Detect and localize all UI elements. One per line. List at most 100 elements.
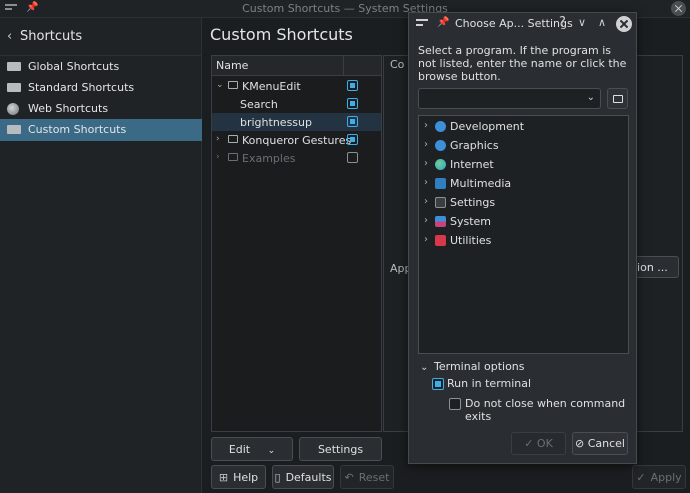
sidebar-item-label: Custom Shortcuts — [28, 123, 127, 136]
do-not-close-checkbox[interactable] — [449, 398, 461, 410]
chevron-down-icon: ⌄ — [267, 446, 276, 456]
chevron-right-icon[interactable]: › — [424, 177, 428, 188]
folder-open-icon — [613, 95, 623, 103]
check-icon: ✓ — [636, 471, 646, 484]
chevron-right-icon[interactable]: › — [216, 152, 220, 162]
sidebar-item-custom-shortcuts[interactable]: Custom Shortcuts — [0, 119, 202, 141]
keyboard-icon — [7, 83, 21, 92]
reset-label: Reset — [358, 471, 390, 484]
cancel-label: Cancel — [587, 437, 625, 450]
development-icon — [435, 121, 446, 132]
multimedia-icon — [435, 178, 446, 189]
run-in-terminal-label[interactable]: Run in terminal — [447, 377, 531, 390]
page-title: Custom Shortcuts — [210, 25, 353, 44]
reset-button[interactable]: ↶ Reset — [340, 465, 394, 489]
sidebar-item-web-shortcuts[interactable]: Web Shortcuts — [0, 98, 202, 120]
graphics-icon — [435, 140, 446, 151]
window-close-icon[interactable] — [671, 1, 686, 16]
browse-button[interactable] — [607, 88, 628, 109]
internet-icon — [435, 159, 446, 170]
edit-button[interactable]: Edit ⌄ — [211, 437, 293, 461]
tree-row-label: brightnessup — [240, 116, 312, 129]
dialog-title: Choose Ap... Settings — [455, 17, 573, 30]
category-internet[interactable]: › Internet — [419, 155, 628, 174]
maximize-icon[interactable]: ∧ — [598, 16, 606, 29]
check-icon: ✓ — [524, 437, 534, 450]
chevron-right-icon[interactable]: › — [216, 134, 220, 144]
tree-row-kmenuedit[interactable]: ⌄ KMenuEdit — [212, 77, 381, 95]
chevron-right-icon[interactable]: › — [424, 196, 428, 207]
tab-comment[interactable]: Co — [390, 58, 404, 71]
category-settings[interactable]: › Settings — [419, 193, 628, 212]
do-not-close-label[interactable]: Do not close when command exits — [465, 397, 636, 423]
enable-checkbox[interactable] — [347, 134, 358, 145]
enable-checkbox[interactable] — [347, 116, 358, 127]
edit-label: Edit — [228, 443, 251, 456]
tree-row-label: Konqueror Gestures — [242, 134, 352, 147]
app-menu-icon[interactable] — [416, 19, 428, 28]
column-header-name[interactable]: Name — [216, 59, 248, 72]
sidebar-item-label: Web Shortcuts — [28, 102, 109, 115]
chevron-right-icon[interactable]: › — [424, 215, 428, 226]
ok-button[interactable]: ✓ OK — [511, 432, 566, 455]
enable-checkbox[interactable] — [347, 80, 358, 91]
defaults-button[interactable]: ▯ Defaults — [272, 465, 334, 489]
folder-icon — [228, 153, 238, 161]
apply-button[interactable]: ✓ Apply — [632, 465, 686, 489]
settings-label: Settings — [317, 443, 364, 456]
tree-row-konqueror-gestures[interactable]: › Konqueror Gestures — [212, 131, 381, 149]
back-button[interactable]: ‹ Shortcuts — [0, 18, 202, 56]
category-system[interactable]: › System — [419, 212, 628, 231]
chevron-right-icon[interactable]: › — [424, 158, 428, 169]
close-icon[interactable] — [616, 16, 632, 32]
sidebar-item-standard-shortcuts[interactable]: Standard Shortcuts — [0, 77, 202, 99]
sidebar-item-global-shortcuts[interactable]: Global Shortcuts — [0, 56, 202, 78]
shortcut-tree[interactable]: Name ⌄ KMenuEdit Search brightnessup › K… — [211, 55, 382, 432]
help-label: Help — [233, 471, 259, 484]
terminal-options-toggle[interactable]: Terminal options — [434, 360, 525, 373]
chevron-right-icon[interactable]: › — [424, 234, 428, 245]
program-category-tree[interactable]: › Development › Graphics › Internet › Mu… — [418, 115, 629, 354]
sidebar-item-label: Standard Shortcuts — [28, 81, 135, 94]
category-development[interactable]: › Development — [419, 117, 628, 136]
chevron-down-icon[interactable]: ⌄ — [216, 80, 224, 90]
chevron-right-icon[interactable]: › — [424, 139, 428, 150]
keyboard-icon — [7, 125, 21, 134]
folder-icon — [228, 135, 238, 143]
category-graphics[interactable]: › Graphics — [419, 136, 628, 155]
tree-row-examples[interactable]: › Examples — [212, 149, 381, 167]
category-label: Internet — [450, 158, 494, 171]
tree-row-label: KMenuEdit — [242, 80, 301, 93]
enable-checkbox[interactable] — [347, 152, 358, 163]
help-icon[interactable]: ? — [559, 15, 566, 30]
help-icon: ⊞ — [218, 471, 229, 484]
sidebar: ‹ Shortcuts Global Shortcuts Standard Sh… — [0, 18, 202, 493]
run-in-terminal-checkbox[interactable] — [432, 378, 444, 390]
pin-icon[interactable]: 📌 — [437, 17, 449, 28]
dialog-titlebar: 📌 Choose Ap... Settings ? ∨ ∧ — [409, 13, 636, 35]
column-separator — [343, 56, 344, 76]
tree-row-brightnessup[interactable]: brightnessup — [212, 113, 381, 131]
back-label: Shortcuts — [20, 29, 83, 44]
minimize-icon[interactable]: ∨ — [578, 16, 586, 29]
cancel-icon: ⊘ — [575, 437, 585, 450]
sidebar-item-label: Global Shortcuts — [28, 60, 120, 73]
chevron-down-icon[interactable]: ⌄ — [420, 362, 428, 373]
category-label: Utilities — [450, 234, 492, 247]
chevron-left-icon: ‹ — [7, 29, 13, 44]
help-button[interactable]: ⊞ Help — [211, 465, 266, 489]
choose-application-dialog: 📌 Choose Ap... Settings ? ∨ ∧ Select a p… — [408, 12, 637, 464]
chevron-down-icon[interactable]: ⌄ — [587, 92, 595, 103]
cancel-button[interactable]: ⊘ Cancel — [572, 432, 628, 455]
program-combobox[interactable]: ⌄ — [418, 88, 601, 109]
category-utilities[interactable]: › Utilities — [419, 231, 628, 250]
defaults-label: Defaults — [285, 471, 332, 484]
category-label: Development — [450, 120, 525, 133]
tree-row-search[interactable]: Search — [212, 95, 381, 113]
chevron-right-icon[interactable]: › — [424, 120, 428, 131]
keyboard-icon — [7, 62, 21, 71]
category-multimedia[interactable]: › Multimedia — [419, 174, 628, 193]
settings-button[interactable]: Settings — [299, 437, 382, 461]
enable-checkbox[interactable] — [347, 98, 358, 109]
document-icon: ▯ — [274, 471, 281, 484]
